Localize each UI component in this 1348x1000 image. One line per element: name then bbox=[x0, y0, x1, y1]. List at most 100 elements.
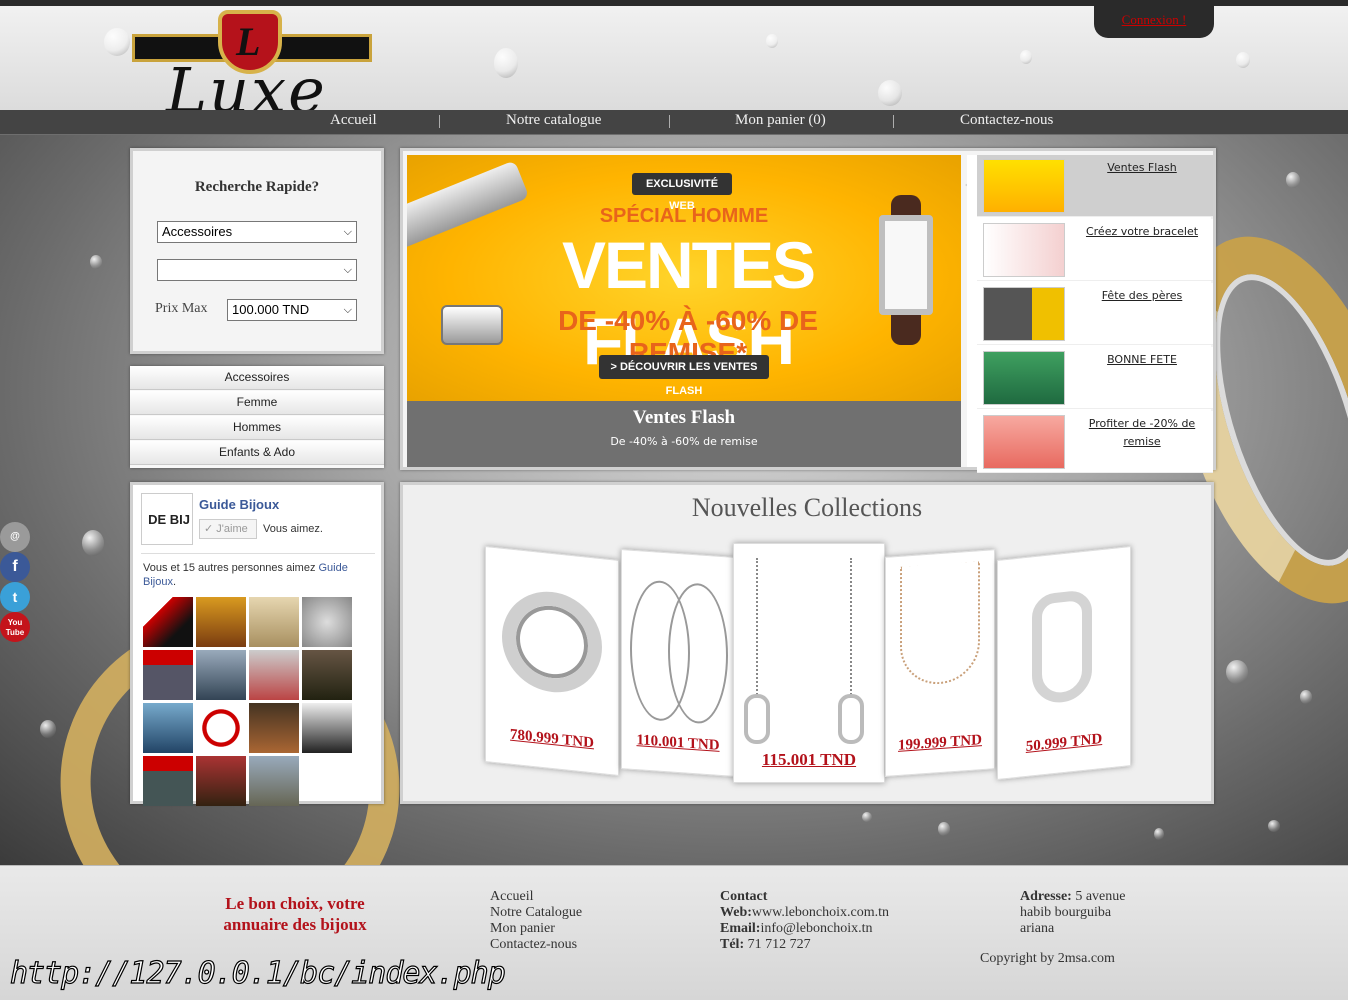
fb-friend-avatar[interactable] bbox=[196, 756, 246, 806]
footer-link-contact[interactable]: Contactez-nous bbox=[490, 937, 582, 953]
youtube-icon[interactable]: You Tube bbox=[0, 612, 30, 642]
fb-friends-text: Vous et 15 autres personnes aimez Guide … bbox=[143, 562, 348, 588]
product-price[interactable]: 50.999 TND bbox=[998, 728, 1130, 759]
twitter-icon[interactable]: t bbox=[0, 582, 30, 612]
footer-link-panier[interactable]: Mon panier bbox=[490, 921, 582, 937]
mail-icon[interactable]: @ bbox=[0, 522, 30, 552]
fb-divider bbox=[141, 553, 375, 554]
nav-panier[interactable]: Mon panier (0) bbox=[735, 110, 826, 134]
fb-friend-avatar[interactable] bbox=[196, 650, 246, 700]
thumb-bonne-fete[interactable]: BONNE FETE bbox=[977, 347, 1213, 409]
fb-friend-avatar[interactable] bbox=[249, 597, 299, 647]
slide-caption-title: Ventes Flash bbox=[632, 407, 736, 428]
product-card[interactable]: 50.999 TND bbox=[997, 545, 1131, 781]
footer-link-catalogue[interactable]: Notre Catalogue bbox=[490, 905, 582, 921]
footer-email-value[interactable]: info@lebonchoix.tn bbox=[760, 921, 872, 936]
fb-friend-avatar[interactable] bbox=[196, 597, 246, 647]
thumb-image bbox=[983, 287, 1065, 341]
product-price[interactable]: 110.001 TND bbox=[622, 731, 734, 756]
footer-contact-title: Contact bbox=[720, 889, 768, 904]
water-drop bbox=[494, 48, 518, 78]
fb-friend-avatar[interactable] bbox=[143, 703, 193, 753]
thumb-label[interactable]: Créez votre bracelet bbox=[1077, 223, 1207, 241]
quick-search-panel: Recherche Rapide? Accessoires ⌵ ⌵ Prix Ma… bbox=[130, 148, 384, 354]
product-card[interactable]: 110.001 TND bbox=[621, 549, 735, 777]
fb-friend-avatar[interactable] bbox=[143, 597, 193, 647]
water-drop bbox=[938, 822, 950, 836]
site-logo[interactable]: L Luxe bbox=[130, 10, 375, 127]
water-drop bbox=[104, 28, 130, 56]
nav-separator: | bbox=[668, 113, 672, 129]
nav-accueil[interactable]: Accueil bbox=[330, 110, 377, 134]
category-select[interactable]: Accessoires ⌵ bbox=[157, 221, 357, 243]
product-price[interactable]: 115.001 TND bbox=[734, 750, 884, 770]
fb-friend-avatar[interactable] bbox=[249, 703, 299, 753]
water-drop bbox=[862, 812, 872, 822]
thumb-fete-peres[interactable]: Fête des pères bbox=[977, 283, 1213, 345]
category-femme[interactable]: Femme bbox=[130, 391, 384, 415]
water-drop bbox=[90, 255, 102, 269]
footer-address: Adresse: 5 avenue habib bourguiba ariana bbox=[1020, 889, 1140, 937]
ring-image bbox=[441, 305, 503, 345]
featured-slider: EXCLUSIVITÉ WEB SPÉCIAL HOMME VENTES FLA… bbox=[400, 148, 1216, 473]
fb-like-button[interactable]: ✓ J'aime bbox=[199, 519, 257, 539]
fb-friend-avatar[interactable] bbox=[249, 756, 299, 806]
water-drop bbox=[766, 34, 778, 48]
connexion-tab: Connexion ! bbox=[1094, 6, 1214, 38]
footer-links: Accueil Notre Catalogue Mon panier Conta… bbox=[490, 889, 582, 953]
ring-product-image bbox=[502, 586, 602, 698]
footer-link-accueil[interactable]: Accueil bbox=[490, 889, 582, 905]
product-price[interactable]: 199.999 TND bbox=[886, 731, 994, 756]
main-navbar: Accueil | Notre catalogue | Mon panier (… bbox=[0, 110, 1348, 134]
thumb-label[interactable]: BONNE FETE bbox=[1077, 351, 1207, 369]
watch-image bbox=[879, 215, 933, 315]
fb-friend-avatar[interactable] bbox=[143, 650, 193, 700]
earring-chain-image bbox=[756, 558, 758, 698]
product-card[interactable]: 199.999 TND bbox=[885, 549, 995, 777]
fb-friend-avatar[interactable] bbox=[196, 703, 246, 753]
banner-cta-button[interactable]: > DÉCOUVRIR LES VENTES FLASH bbox=[599, 355, 769, 397]
hoop-earring-image bbox=[668, 581, 728, 726]
fb-friend-avatar[interactable] bbox=[302, 650, 352, 700]
thumb-promo-20[interactable]: Profiter de -20% de remise bbox=[977, 411, 1213, 473]
banner-tag: EXCLUSIVITÉ WEB bbox=[632, 173, 732, 212]
category-hommes[interactable]: Hommes bbox=[130, 416, 384, 440]
footer-web-label: Web: bbox=[720, 905, 752, 920]
fb-friend-avatar[interactable] bbox=[302, 597, 352, 647]
nav-contact[interactable]: Contactez-nous bbox=[960, 110, 1053, 134]
thumb-ventes-flash[interactable]: Ventes Flash bbox=[977, 155, 1213, 217]
product-price[interactable]: 780.999 TND bbox=[486, 724, 618, 755]
facebook-icon[interactable]: f bbox=[0, 552, 30, 582]
water-drop bbox=[878, 80, 902, 106]
product-card-featured[interactable]: 115.001 TND bbox=[733, 543, 885, 783]
nav-separator: | bbox=[438, 113, 442, 129]
footer-copyright: Copyright by 2msa.com bbox=[980, 951, 1115, 966]
nav-catalogue[interactable]: Notre catalogue bbox=[506, 110, 601, 134]
thumb-bracelet[interactable]: Créez votre bracelet bbox=[977, 219, 1213, 281]
fb-friend-avatar[interactable] bbox=[249, 650, 299, 700]
category-enfants[interactable]: Enfants & Ado bbox=[130, 441, 384, 465]
thumb-label[interactable]: Fête des pères bbox=[1077, 287, 1207, 305]
footer-web-value[interactable]: www.lebonchoix.com.tn bbox=[752, 905, 889, 920]
slide-caption: Ventes Flash De -40% à -60% de remise bbox=[407, 401, 961, 467]
connexion-link[interactable]: Connexion ! bbox=[1122, 12, 1187, 27]
slide-banner[interactable]: EXCLUSIVITÉ WEB SPÉCIAL HOMME VENTES FLA… bbox=[407, 155, 961, 401]
price-max-select[interactable]: 100.000 TND ⌵ bbox=[227, 299, 357, 321]
footer-tel-label: Tél: bbox=[720, 937, 745, 952]
subcategory-select[interactable]: ⌵ bbox=[157, 259, 357, 281]
chevron-down-icon: ⌵ bbox=[343, 264, 352, 276]
new-collections-panel: Nouvelles Collections 780.999 TND 110.00… bbox=[400, 482, 1214, 804]
water-drop bbox=[1236, 52, 1250, 68]
fb-page-logo[interactable]: DE BIJ bbox=[141, 493, 193, 545]
water-drop bbox=[1268, 820, 1280, 832]
category-accessoires[interactable]: Accessoires bbox=[130, 366, 384, 390]
water-drop bbox=[40, 720, 56, 738]
fb-page-name[interactable]: Guide Bijoux bbox=[199, 497, 279, 512]
thumb-label[interactable]: Ventes Flash bbox=[1077, 159, 1207, 177]
fb-friend-avatar[interactable] bbox=[143, 756, 193, 806]
footer-slogan: Le bon choix, votre annuaire des bijoux bbox=[223, 894, 367, 934]
product-card[interactable]: 780.999 TND bbox=[485, 545, 619, 777]
fb-friend-avatar[interactable] bbox=[302, 703, 352, 753]
footer-contact: Contact Web:www.lebonchoix.com.tn Email:… bbox=[720, 889, 889, 953]
thumb-label[interactable]: Profiter de -20% de remise bbox=[1077, 415, 1207, 451]
